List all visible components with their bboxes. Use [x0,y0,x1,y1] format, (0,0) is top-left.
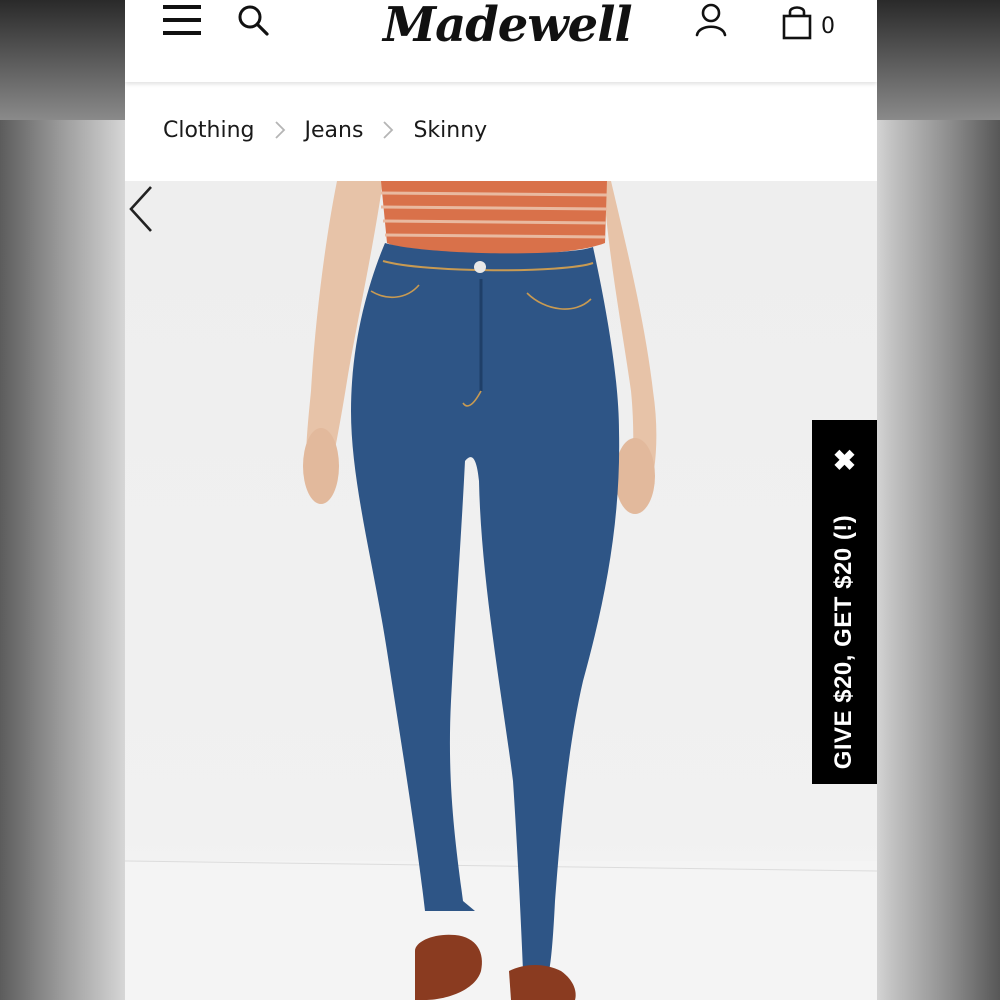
carousel-prev-icon[interactable] [125,181,161,237]
shopping-bag-icon[interactable] [781,4,813,40]
chevron-right-icon [383,121,394,139]
mobile-page: Madewell 0 Clothing Jeans Skinny ✖ GIVE … [125,0,877,1000]
cart-count: 0 [821,14,835,39]
chevron-right-icon [274,121,285,139]
breadcrumb: Clothing Jeans Skinny [163,112,487,148]
breadcrumb-clothing[interactable]: Clothing [163,118,255,143]
background-edge-left [0,0,125,120]
product-image[interactable] [125,181,877,1000]
site-header: Madewell 0 [125,0,877,82]
promo-label: GIVE $20, GET $20 (!) [830,514,857,770]
breadcrumb-skinny: Skinny [413,117,488,143]
referral-promo-tab[interactable]: ✖ GIVE $20, GET $20 (!) [812,420,877,784]
account-icon[interactable] [693,2,729,38]
menu-icon[interactable] [163,4,203,38]
product-photo [125,181,877,1000]
brand-logo[interactable]: Madewell [383,0,633,58]
close-icon[interactable]: ✖ [812,446,877,476]
breadcrumb-jeans[interactable]: Jeans [305,118,364,143]
background-edge-right [875,0,1000,120]
search-icon[interactable] [237,4,271,36]
